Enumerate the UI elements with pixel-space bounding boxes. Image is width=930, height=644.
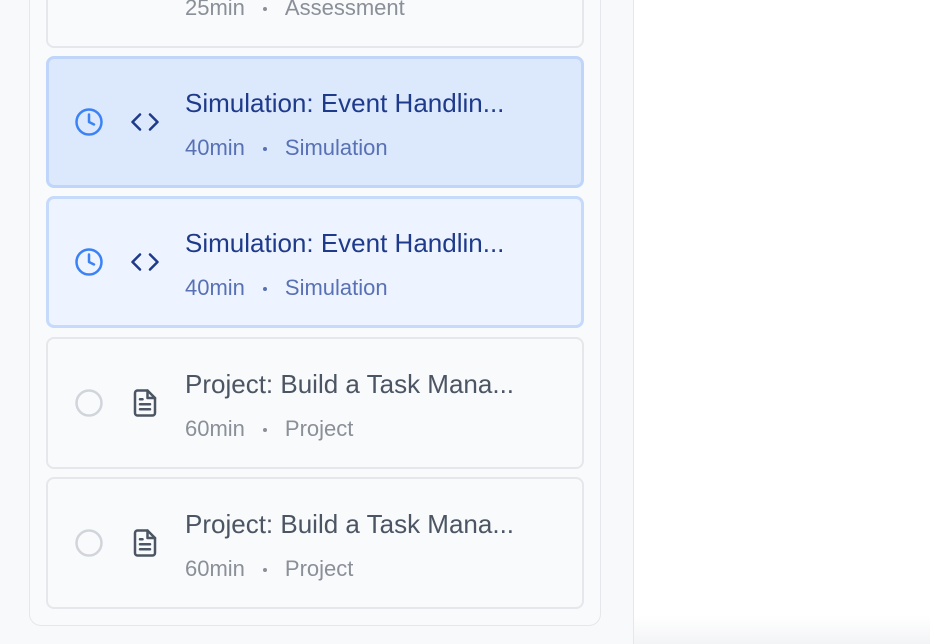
- meta-separator: [262, 287, 267, 292]
- meta-separator: [262, 428, 267, 433]
- clock-icon: [74, 247, 104, 277]
- lesson-type: Assessment: [284, 0, 405, 20]
- lesson-meta: 60min Project: [185, 555, 353, 583]
- lesson-duration: 25min: [185, 0, 245, 20]
- lesson-type: Simulation: [284, 275, 388, 300]
- lesson-item-active[interactable]: Simulation: Event Handlin... 40min Simula…: [46, 56, 584, 188]
- meta-separator: [262, 7, 267, 12]
- lesson-meta: 60min Project: [185, 415, 353, 443]
- code-icon: [130, 107, 160, 137]
- circle-empty-icon: [74, 528, 104, 558]
- lesson-item-current[interactable]: Simulation: Event Handlin... 40min Simula…: [46, 196, 584, 328]
- lesson-type: Project: [284, 416, 354, 441]
- lesson-title: Project: Build a Task Mana...: [185, 369, 515, 399]
- document-icon: [130, 528, 160, 558]
- lesson-meta: 40min Simulation: [185, 134, 388, 162]
- lesson-title: Simulation: Event Handlin...: [185, 228, 505, 258]
- lesson-title: Project: Build a Task Mana...: [185, 509, 515, 539]
- lesson-duration: 40min: [185, 135, 245, 160]
- document-icon: [130, 388, 160, 418]
- clock-icon: [74, 107, 104, 137]
- meta-separator: [262, 568, 267, 573]
- lesson-type: Project: [284, 556, 354, 581]
- lesson-item[interactable]: 25min Assessment: [46, 0, 584, 48]
- course-sidebar: 25min Assessment Simulation: Event Handli…: [0, 0, 634, 644]
- lesson-meta: 25min Assessment: [185, 0, 405, 22]
- code-icon: [130, 247, 160, 277]
- circle-empty-icon: [74, 388, 104, 418]
- lesson-duration: 60min: [185, 556, 245, 581]
- meta-separator: [262, 147, 267, 152]
- lesson-item[interactable]: Project: Build a Task Mana... 60min Proje…: [46, 337, 584, 469]
- lesson-type: Simulation: [284, 135, 388, 160]
- lesson-duration: 40min: [185, 275, 245, 300]
- lesson-item[interactable]: Project: Build a Task Mana... 60min Proje…: [46, 477, 584, 609]
- content-area-fade: [634, 616, 930, 644]
- lesson-meta: 40min Simulation: [185, 274, 388, 302]
- lesson-title: Simulation: Event Handlin...: [185, 88, 505, 118]
- lesson-duration: 60min: [185, 416, 245, 441]
